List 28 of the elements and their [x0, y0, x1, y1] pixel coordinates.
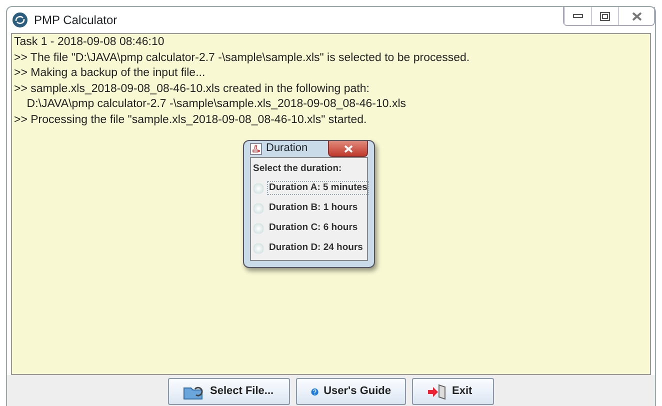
- maximize-icon: [600, 12, 610, 20]
- close-icon: [632, 12, 642, 20]
- java-cup-icon: [250, 143, 262, 155]
- radio-label[interactable]: Duration B: 1 hours: [267, 201, 360, 215]
- radio-label[interactable]: Duration A: 5 minutes: [267, 181, 370, 195]
- log-line: >> sample.xls_2018-09-08_08-46-10.xls created in the following path:: [14, 82, 370, 96]
- radio-button[interactable]: [253, 182, 264, 194]
- exit-door-icon: [427, 384, 447, 400]
- log-line: >> Processing the file "sample.xls_2018-09-08_08-46-10.xls" started.: [14, 112, 367, 128]
- close-icon: [344, 144, 352, 152]
- dialog-title: Duration: [266, 141, 308, 156]
- log-line: >> Making a backup of the input file...: [14, 66, 206, 81]
- dialog-prompt: Select the duration:: [253, 162, 342, 176]
- toolbar-button[interactable]: Select File...: [168, 378, 290, 405]
- log-line: D:\JAVA\pmp calculator-2.7 -\sample\sample.xls_2018-09-08_08-46-10.xls: [26, 97, 406, 112]
- radio-button[interactable]: [253, 202, 264, 214]
- app-logo-icon: [12, 12, 28, 28]
- window-title: PMP Calculator: [34, 12, 118, 29]
- minimize-icon: [573, 13, 583, 19]
- toolbar-button[interactable]: Exit: [412, 378, 494, 405]
- radio-label[interactable]: Duration C: 6 hours: [267, 221, 360, 235]
- radio-label[interactable]: Duration D: 24 hours: [267, 241, 365, 255]
- log-line: Task 1 - 2018-09-08 08:46:10: [14, 35, 164, 50]
- toolbar-button[interactable]: User's Guide: [296, 378, 406, 405]
- radio-button[interactable]: [253, 242, 264, 254]
- log-line: >> The file "D:\JAVA\pmp calculator-2.7 -\sample\sample.xls" is selected to be processed.: [14, 50, 470, 66]
- radio-button[interactable]: [253, 222, 264, 234]
- close-button[interactable]: [328, 141, 368, 157]
